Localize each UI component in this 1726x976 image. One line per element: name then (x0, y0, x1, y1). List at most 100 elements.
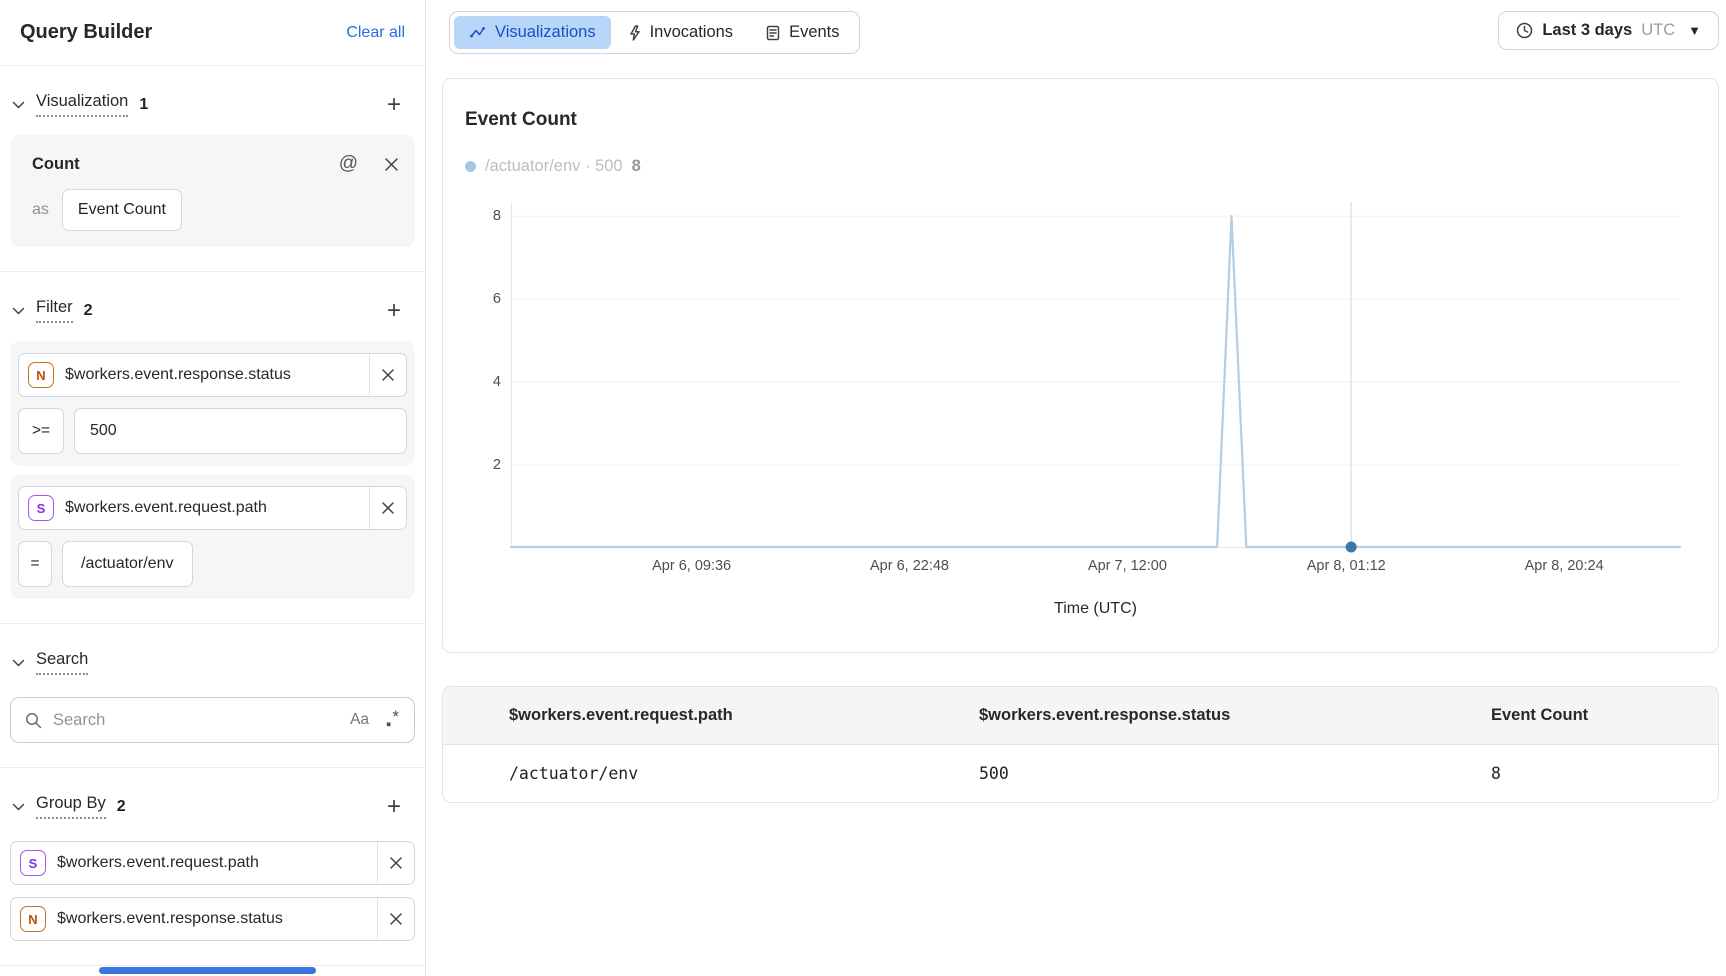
time-range-dropdown[interactable]: Last 3 days UTC ▼ (1498, 11, 1719, 50)
x-axis-tick: Apr 8, 20:24 (1525, 558, 1604, 574)
filter-operator[interactable]: >= (18, 408, 64, 454)
topbar: Visualizations Invocations Events (442, 11, 1719, 54)
tab-invocations[interactable]: Invocations (614, 16, 748, 49)
groupby-field-name: $workers.event.response.status (57, 910, 377, 928)
search-input[interactable]: Search Aa ▪* (10, 697, 415, 743)
horizontal-scrollbar-thumb[interactable] (99, 967, 316, 974)
chevron-down-icon[interactable] (12, 307, 25, 315)
add-filter-button[interactable]: + (387, 301, 401, 321)
search-placeholder: Search (53, 711, 339, 730)
visualization-card: Count @ as Event Count (10, 135, 415, 247)
chevron-down-icon[interactable] (12, 659, 25, 667)
section-groupby-label[interactable]: Group By (36, 794, 106, 819)
x-axis-tick: Apr 6, 22:48 (870, 558, 949, 574)
regex-icon[interactable]: ▪* (386, 708, 400, 733)
filter-count: 2 (84, 302, 93, 320)
section-visualization-label[interactable]: Visualization (36, 92, 128, 117)
caret-down-icon: ▼ (1688, 23, 1701, 38)
x-axis-title: Time (UTC) (511, 600, 1680, 618)
legend-series-label: /actuator/env · 500 (485, 157, 623, 176)
clock-icon (1516, 22, 1533, 39)
groupby-field[interactable]: S $workers.event.request.path (10, 841, 415, 885)
groupby-count: 2 (117, 798, 126, 816)
remove-groupby-icon[interactable] (377, 842, 414, 884)
sidebar: Query Builder Clear all Visualization 1 … (0, 0, 426, 976)
divider (0, 965, 425, 966)
tab-visualizations[interactable]: Visualizations (454, 16, 611, 49)
column-header-count: Event Count (1491, 687, 1718, 744)
filter-card: N $workers.event.response.status >= 500 (10, 341, 415, 466)
tab-events[interactable]: Events (751, 16, 854, 49)
chart-card: Event Count /actuator/env · 500 8 2468 A… (442, 78, 1719, 653)
cell-count: 8 (1491, 745, 1718, 802)
number-type-icon: N (28, 362, 54, 388)
section-filter-header: Filter 2 + (0, 272, 425, 333)
x-axis-tick: Apr 6, 09:36 (652, 558, 731, 574)
plot-area[interactable]: 2468 (511, 202, 1680, 548)
y-axis-tick: 4 (475, 374, 501, 390)
remove-visualization-icon[interactable] (384, 157, 399, 172)
y-axis-tick: 2 (475, 457, 501, 473)
chevron-down-icon[interactable] (12, 101, 25, 109)
filter-card: S $workers.event.request.path = /actuato… (10, 474, 415, 599)
chart-canvas (511, 202, 1680, 548)
search-icon (25, 712, 42, 729)
view-tabs: Visualizations Invocations Events (449, 11, 860, 54)
timezone-label: UTC (1641, 21, 1675, 40)
clear-all-button[interactable]: Clear all (346, 24, 405, 42)
table-header-spacer (443, 697, 509, 735)
number-type-icon: N (20, 906, 46, 932)
remove-filter-icon[interactable] (369, 487, 406, 529)
query-builder-app: Query Builder Clear all Visualization 1 … (0, 0, 1726, 976)
lightning-icon (629, 25, 641, 41)
column-header-status: $workers.event.response.status (979, 687, 1491, 744)
cell-status: 500 (979, 745, 1491, 802)
as-label: as (32, 201, 49, 219)
legend-series-value: 8 (632, 157, 641, 176)
alias-input[interactable]: Event Count (62, 189, 182, 231)
x-axis-tick: Apr 7, 12:00 (1088, 558, 1167, 574)
filter-field[interactable]: S $workers.event.request.path (18, 486, 407, 530)
filter-value-input[interactable]: /actuator/env (62, 541, 193, 587)
chevron-down-icon[interactable] (12, 803, 25, 811)
add-groupby-button[interactable]: + (387, 797, 401, 817)
match-case-icon[interactable]: Aa (350, 711, 369, 729)
section-search-label[interactable]: Search (36, 650, 88, 675)
visualization-count: 1 (139, 96, 148, 114)
section-visualization-header: Visualization 1 + (0, 66, 425, 127)
column-header-path: $workers.event.request.path (509, 687, 979, 744)
time-range-value: Last 3 days (1542, 21, 1632, 40)
filter-operator[interactable]: = (18, 541, 52, 587)
main-panel: Visualizations Invocations Events (426, 0, 1726, 976)
legend-item[interactable]: /actuator/env · 500 8 (465, 157, 1696, 176)
cell-path: /actuator/env (509, 745, 979, 802)
x-axis-ticks: Apr 6, 09:36 Apr 6, 22:48 Apr 7, 12:00 Apr … (511, 548, 1680, 574)
chart-title: Event Count (465, 109, 1696, 131)
page-title: Query Builder (20, 21, 152, 44)
string-type-icon: S (28, 495, 54, 521)
add-visualization-button[interactable]: + (387, 95, 401, 115)
at-sign-icon[interactable]: @ (339, 153, 358, 175)
section-filter-label[interactable]: Filter (36, 298, 73, 323)
groupby-field[interactable]: N $workers.event.response.status (10, 897, 415, 941)
section-groupby-header: Group By 2 + (0, 768, 425, 829)
y-axis-tick: 8 (475, 208, 501, 224)
y-axis-tick: 6 (475, 291, 501, 307)
groupby-field-name: $workers.event.request.path (57, 854, 377, 872)
filter-field[interactable]: N $workers.event.response.status (18, 353, 407, 397)
metric-name: Count (32, 155, 80, 174)
section-search-header: Search (0, 624, 425, 685)
filter-value-input[interactable]: 500 (74, 408, 407, 454)
document-icon (766, 25, 780, 41)
filter-field-name: $workers.event.request.path (65, 499, 369, 517)
remove-groupby-icon[interactable] (377, 898, 414, 940)
table-row[interactable]: /actuator/env 500 8 (443, 745, 1718, 802)
remove-filter-icon[interactable] (369, 354, 406, 396)
filter-field-name: $workers.event.response.status (65, 366, 369, 384)
sidebar-header: Query Builder Clear all (0, 0, 425, 66)
line-chart-icon (469, 26, 486, 39)
legend-dot-icon (465, 161, 476, 172)
string-type-icon: S (20, 850, 46, 876)
x-axis-tick: Apr 8, 01:12 (1307, 558, 1386, 574)
table-header-row: $workers.event.request.path $workers.eve… (443, 687, 1718, 745)
